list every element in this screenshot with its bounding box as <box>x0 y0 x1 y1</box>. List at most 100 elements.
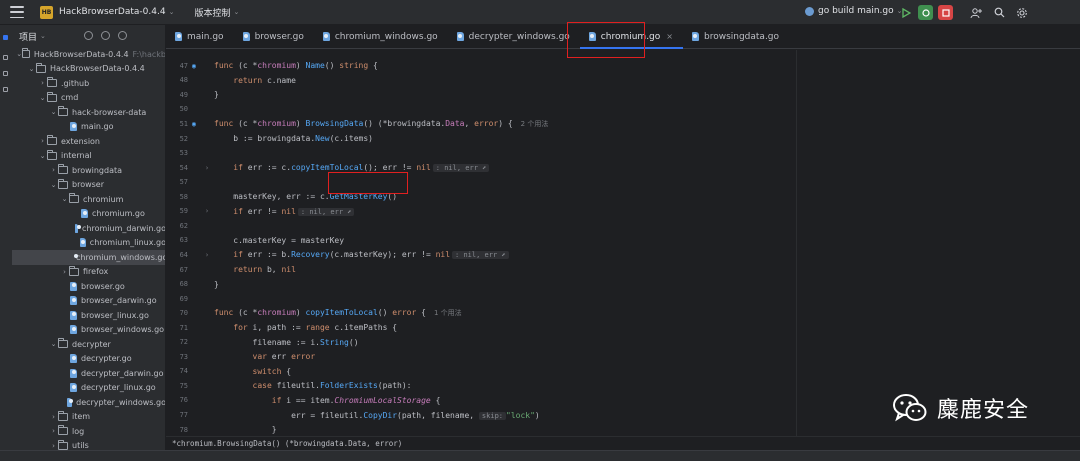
tree-folder[interactable]: ⌄ hack-browser-data <box>12 105 165 120</box>
code-line[interactable]: 62 <box>166 219 1080 234</box>
close-tab-icon[interactable]: × <box>666 32 673 41</box>
chevron-down-icon[interactable]: ⌄ <box>49 181 58 189</box>
line-number[interactable]: 57 <box>166 178 188 186</box>
line-number[interactable]: 78 <box>166 426 188 434</box>
code-line[interactable]: 64 › if err := b.Recovery(c.masterKey); e… <box>166 248 1080 263</box>
tree-folder[interactable]: › extension <box>12 134 165 149</box>
code-line[interactable]: 47 ◉ func (c *chromium) Name() string { <box>166 59 1080 74</box>
tree-folder[interactable]: › utils <box>12 439 165 450</box>
code-line[interactable]: 74 switch { <box>166 364 1080 379</box>
chevron-right-icon[interactable]: › <box>38 137 47 145</box>
chevron-right-icon[interactable]: › <box>60 268 69 276</box>
chevron-right-icon[interactable]: › <box>49 166 58 174</box>
more-tools-icon[interactable] <box>3 87 8 92</box>
code-line[interactable]: 53 <box>166 146 1080 161</box>
line-number[interactable]: 77 <box>166 411 188 419</box>
editor-tab[interactable]: decrypter_windows.go <box>448 25 580 49</box>
code-line[interactable]: 50 <box>166 102 1080 117</box>
chevron-down-icon[interactable]: ⌄ <box>169 8 175 16</box>
project-name[interactable]: HackBrowserData-0.4.4 <box>59 7 166 17</box>
folded-code-hint[interactable]: : nil, err ⬈ <box>432 164 490 173</box>
usages-hint[interactable]: 2 个用法 <box>521 120 549 128</box>
editor-tab[interactable]: browsingdata.go <box>683 25 789 49</box>
code-line[interactable]: 75 case fileutil.FolderExists(path): <box>166 379 1080 394</box>
line-number[interactable]: 52 <box>166 135 188 143</box>
line-number[interactable]: 51 <box>166 120 188 128</box>
tree-folder[interactable]: ⌄ HackBrowserData-0.4.4 <box>12 62 165 77</box>
tree-folder[interactable]: ⌄ cmd <box>12 91 165 106</box>
tree-file[interactable]: browser_windows.go <box>12 323 165 338</box>
line-number[interactable]: 48 <box>166 76 188 84</box>
line-number[interactable]: 49 <box>166 91 188 99</box>
project-tool-icon[interactable] <box>3 35 8 40</box>
chevron-down-icon[interactable]: ⌄ <box>40 32 46 40</box>
tree-folder[interactable]: ⌄ browser <box>12 178 165 193</box>
code-line[interactable]: 57 <box>166 175 1080 190</box>
line-number[interactable]: 62 <box>166 222 188 230</box>
settings-button[interactable] <box>1014 5 1029 20</box>
line-number[interactable]: 73 <box>166 353 188 361</box>
search-button[interactable] <box>992 5 1007 20</box>
folded-code-hint[interactable]: : nil, err ⬈ <box>452 251 509 260</box>
line-number[interactable]: 58 <box>166 193 188 201</box>
code-line[interactable] <box>166 50 1080 59</box>
usages-hint[interactable]: 1 个用法 <box>434 309 462 317</box>
tree-folder[interactable]: ⌄ internal <box>12 149 165 164</box>
line-number[interactable]: 47 <box>166 62 188 70</box>
line-number[interactable]: 71 <box>166 324 188 332</box>
chevron-right-icon[interactable]: › <box>49 442 58 450</box>
code-line[interactable]: 69 <box>166 291 1080 306</box>
line-number[interactable]: 67 <box>166 266 188 274</box>
commit-tool-icon[interactable] <box>3 55 8 60</box>
tree-file[interactable]: browser_darwin.go <box>12 294 165 309</box>
tree-folder[interactable]: › firefox <box>12 265 165 280</box>
tree-file[interactable]: decrypter.go <box>12 352 165 367</box>
chevron-down-icon[interactable]: ⌄ <box>60 195 69 203</box>
fold-chevron-icon[interactable]: › <box>200 251 214 259</box>
project-panel-title[interactable]: 项目 <box>19 30 37 43</box>
line-number[interactable]: 70 <box>166 309 188 317</box>
code-line[interactable]: 72 filename := i.String() <box>166 335 1080 350</box>
run-button[interactable] <box>898 5 913 20</box>
breadcrumb[interactable]: *chromium.BrowsingData() (*browingdata.D… <box>166 436 1080 450</box>
run-config-selector[interactable]: go build main.go ⌄ <box>805 6 903 16</box>
code-line[interactable]: 59 › if err != nil: nil, err ⬈ <box>166 204 1080 219</box>
chevron-right-icon[interactable]: › <box>49 413 58 421</box>
code-line[interactable]: 73 var err error <box>166 350 1080 365</box>
stop-button[interactable] <box>938 5 953 20</box>
implements-icon[interactable]: ◉ <box>188 62 200 70</box>
editor-tab[interactable]: main.go <box>166 25 234 49</box>
line-number[interactable]: 76 <box>166 396 188 404</box>
fold-chevron-icon[interactable]: › <box>200 207 214 215</box>
expand-all-icon[interactable] <box>101 31 110 40</box>
chevron-right-icon[interactable]: › <box>49 427 58 435</box>
tree-file[interactable]: browser_linux.go <box>12 308 165 323</box>
code-line[interactable]: 49} <box>166 88 1080 103</box>
line-number[interactable]: 63 <box>166 236 188 244</box>
structure-tool-icon[interactable] <box>3 71 8 76</box>
implements-icon[interactable]: ◉ <box>188 120 200 128</box>
tree-folder[interactable]: › log <box>12 424 165 439</box>
tree-folder[interactable]: › browingdata <box>12 163 165 178</box>
chevron-down-icon[interactable]: ⌄ <box>38 94 47 102</box>
main-menu-icon[interactable] <box>10 6 24 18</box>
tree-file[interactable]: decrypter_linux.go <box>12 381 165 396</box>
options-icon[interactable] <box>118 31 127 40</box>
code-line[interactable]: 54 › if err := c.copyItemToLocal(); err !… <box>166 160 1080 175</box>
chevron-down-icon[interactable]: ⌄ <box>49 108 58 116</box>
chevron-down-icon[interactable]: ⌄ <box>49 340 58 348</box>
code-line[interactable]: 78 } <box>166 422 1080 436</box>
add-user-button[interactable] <box>968 5 983 20</box>
line-number[interactable]: 75 <box>166 382 188 390</box>
chevron-right-icon[interactable]: › <box>38 79 47 87</box>
line-number[interactable]: 59 <box>166 207 188 215</box>
vcs-menu[interactable]: 版本控制 <box>194 6 230 19</box>
line-number[interactable]: 69 <box>166 295 188 303</box>
locate-file-icon[interactable] <box>84 31 93 40</box>
tree-folder[interactable]: ⌄ chromium <box>12 192 165 207</box>
line-number[interactable]: 50 <box>166 105 188 113</box>
tree-file[interactable]: decrypter_windows.go <box>12 395 165 410</box>
code-editor[interactable]: 47 ◉ func (c *chromium) Name() string {48 … <box>166 50 1080 436</box>
chevron-down-icon[interactable]: ⌄ <box>27 65 36 73</box>
code-line[interactable]: 51 ◉ func (c *chromium) BrowsingData() (*b… <box>166 117 1080 132</box>
